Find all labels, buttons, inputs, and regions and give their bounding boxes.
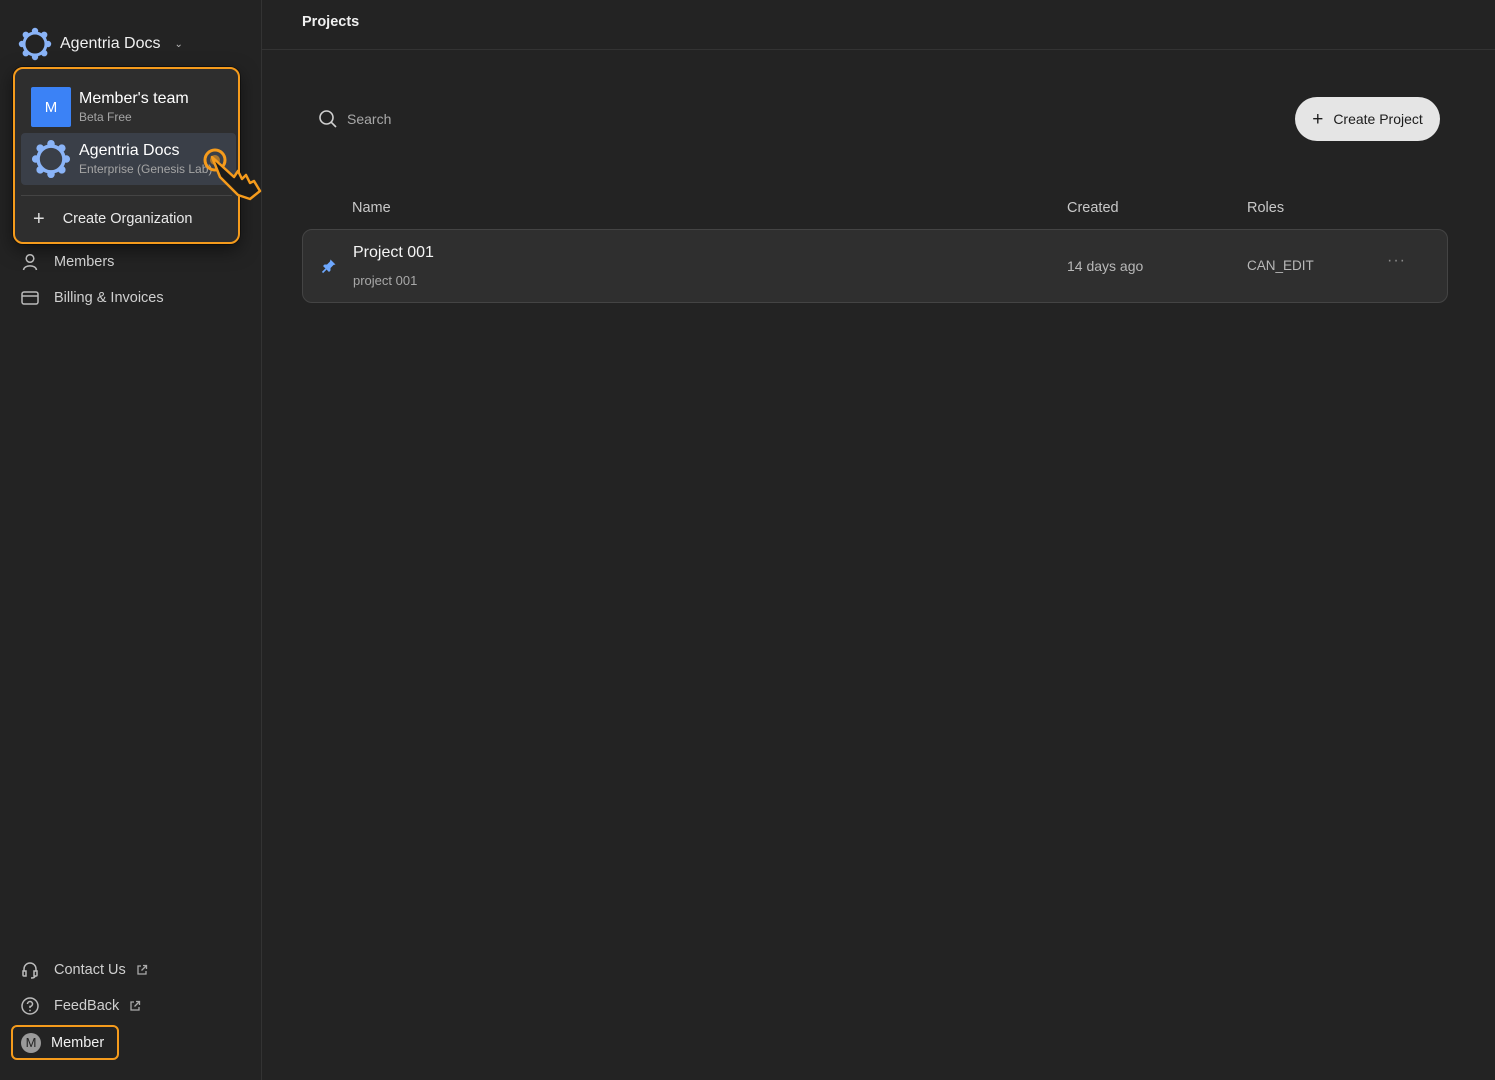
org-name: Agentria Docs — [60, 35, 161, 52]
org-logo-icon — [18, 27, 52, 61]
sidebar-item-label: FeedBack — [54, 998, 120, 1014]
create-organization-button[interactable]: + Create Organization — [33, 207, 192, 231]
table-row[interactable]: Project 001 project 001 14 days ago CAN_… — [302, 229, 1448, 303]
plus-icon: + — [33, 208, 45, 230]
page-title: Projects — [302, 14, 360, 30]
avatar: M — [21, 1032, 41, 1053]
sidebar-item-label: Members — [54, 254, 115, 270]
credit-card-icon — [21, 291, 39, 305]
create-organization-label: Create Organization — [62, 211, 193, 227]
pin-icon[interactable] — [321, 258, 337, 274]
user-name: Member — [51, 1034, 105, 1051]
top-bar: Projects — [262, 0, 1495, 50]
org-option-plan: Beta Free — [79, 110, 132, 124]
sidebar: Agentria Docs ⌄ M Member's team Beta Fre… — [0, 0, 262, 1080]
create-project-button[interactable]: + Create Project — [1295, 97, 1440, 141]
external-link-icon — [130, 1000, 141, 1011]
sidebar-item-label: Contact Us — [54, 962, 126, 978]
org-option-title: Agentria Docs — [79, 142, 180, 159]
create-project-label: Create Project — [1333, 111, 1423, 127]
project-slug: project 001 — [353, 273, 418, 288]
org-logo-icon — [31, 139, 71, 179]
org-option-title: Member's team — [79, 90, 189, 107]
sidebar-item-label: Billing & Invoices — [54, 290, 164, 306]
column-header-created[interactable]: Created — [1067, 200, 1119, 216]
sidebar-item-feedback[interactable]: FeedBack — [20, 994, 141, 1018]
project-created: 14 days ago — [1067, 258, 1144, 274]
sidebar-item-contact-us[interactable]: Contact Us — [20, 958, 148, 982]
project-role: CAN_EDIT — [1247, 258, 1314, 273]
org-switcher[interactable]: Agentria Docs ⌄ — [18, 27, 183, 61]
more-options-icon[interactable]: ··· — [1387, 252, 1406, 270]
project-name: Project 001 — [353, 244, 434, 261]
hand-cursor-icon — [203, 148, 262, 201]
column-header-roles[interactable]: Roles — [1247, 200, 1284, 216]
org-option-members-team[interactable]: M Member's team Beta Free — [21, 81, 236, 133]
chevron-down-icon: ⌄ — [174, 38, 183, 50]
org-avatar: M — [31, 87, 71, 127]
column-header-name[interactable]: Name — [352, 200, 391, 216]
person-icon — [22, 253, 38, 271]
plus-icon: + — [1312, 108, 1324, 130]
org-option-plan: Enterprise (Genesis Lab) — [79, 162, 213, 176]
sidebar-item-billing[interactable]: Billing & Invoices — [20, 286, 164, 310]
question-circle-icon — [21, 997, 39, 1015]
sidebar-item-members[interactable]: Members — [20, 250, 114, 274]
user-menu-button[interactable]: M Member — [11, 1025, 119, 1060]
headset-icon — [22, 962, 38, 979]
search-icon — [319, 110, 337, 128]
external-link-icon — [137, 964, 147, 975]
search-bar[interactable] — [318, 106, 647, 132]
search-input[interactable] — [347, 111, 647, 127]
